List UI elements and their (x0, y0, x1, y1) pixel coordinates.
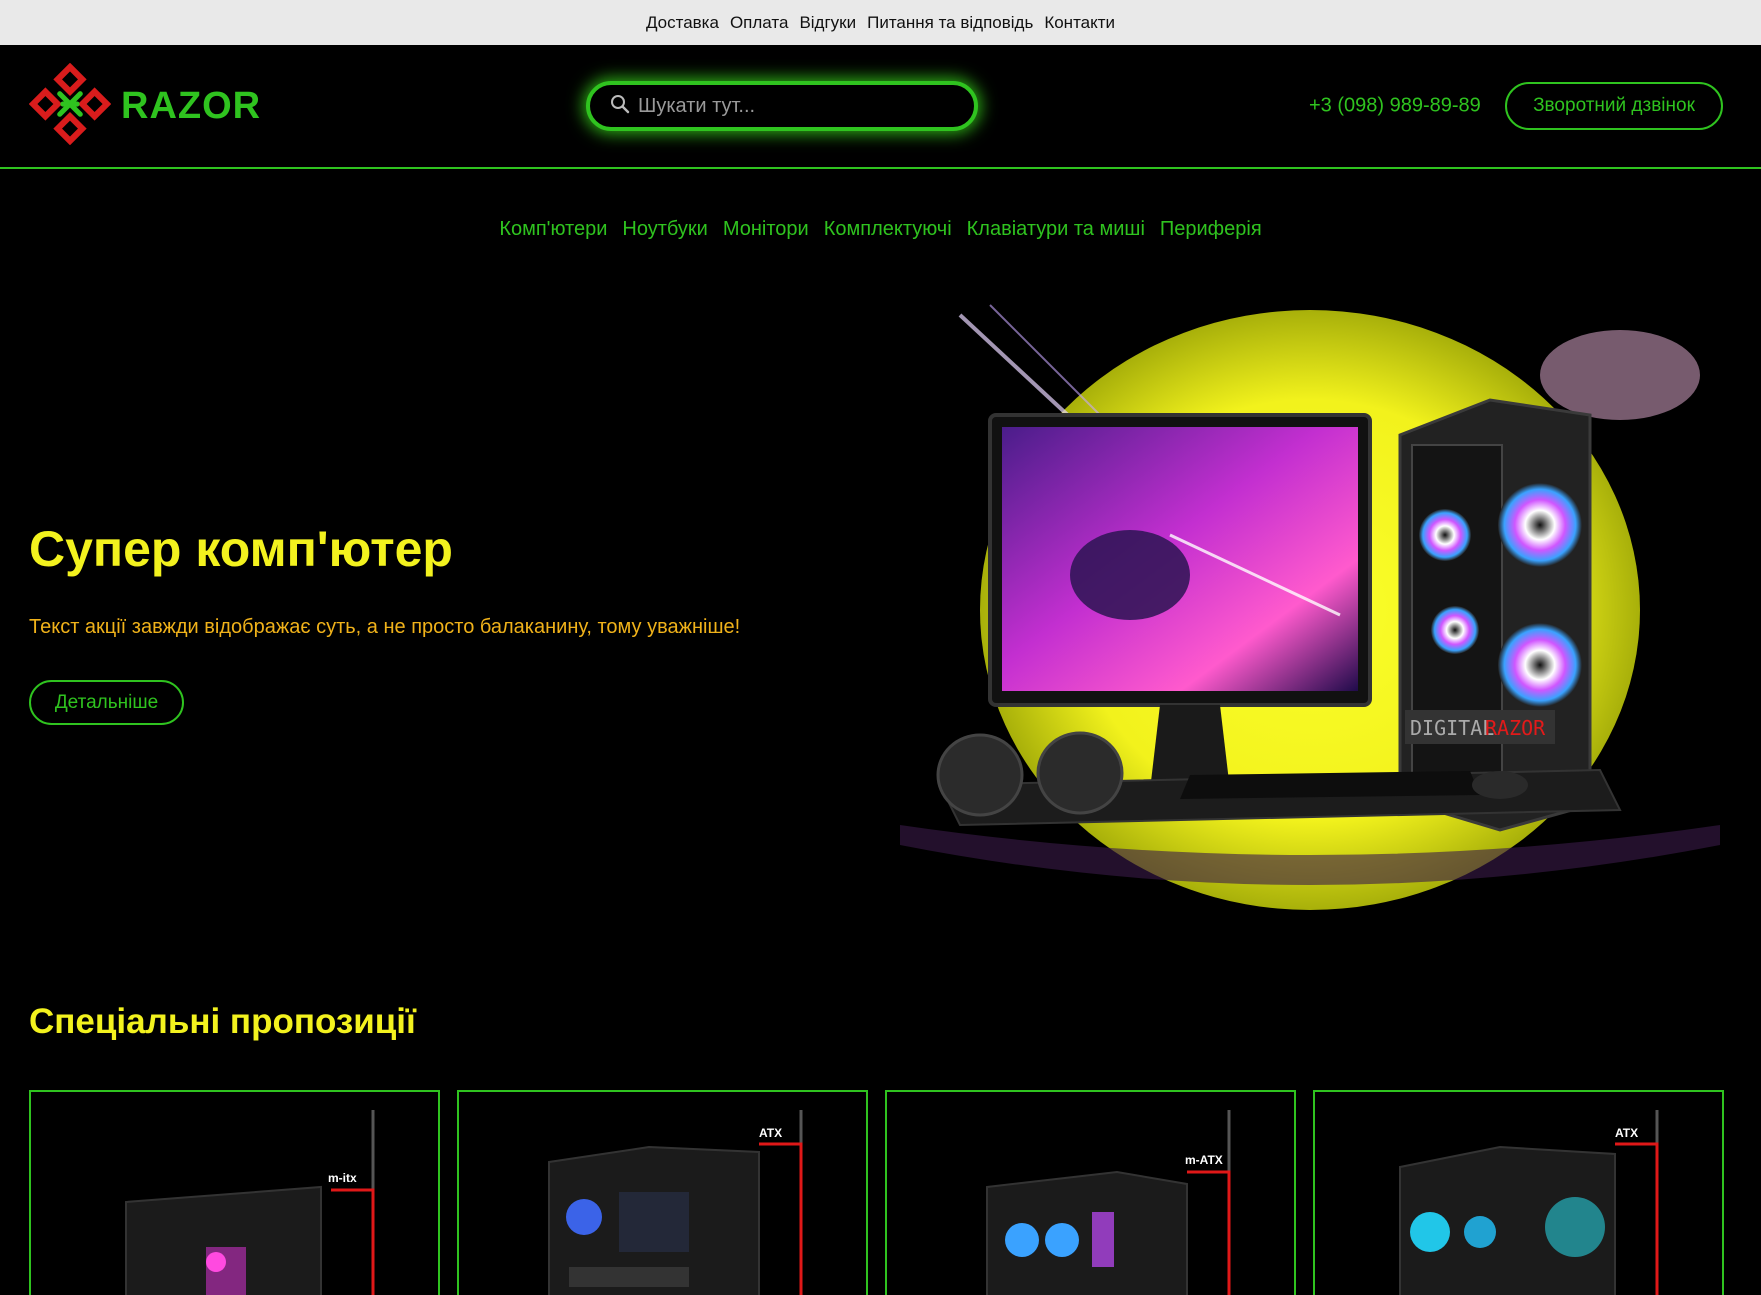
logo[interactable]: RAZOR (28, 62, 262, 150)
razor-logo-icon (28, 62, 112, 150)
top-info-bar: Доставка Оплата Відгуки Питання та відпо… (0, 0, 1761, 45)
search-icon (610, 94, 638, 119)
topbar-link-contacts[interactable]: Контакти (1044, 13, 1115, 33)
logo-text: RAZOR (121, 84, 262, 127)
offer-card-4-form-factor: ATX (1615, 1126, 1638, 1140)
offers-cards: m-itx ATX m-ATX ATX (29, 1090, 1724, 1295)
topbar-link-delivery[interactable]: Доставка (646, 13, 719, 33)
special-offers-title: Спеціальні пропозиції (29, 1002, 416, 1041)
site-header: RAZOR +3 (098) 989-89-89 Зворотний дзвін… (0, 45, 1761, 169)
callback-button[interactable]: Зворотний дзвінок (1505, 82, 1723, 130)
hero-image: DIGITAL RAZOR (900, 285, 1720, 935)
nav-item-laptops[interactable]: Ноутбуки (622, 218, 707, 241)
hero-title: Супер комп'ютер (29, 521, 453, 577)
topbar-link-payment[interactable]: Оплата (730, 13, 788, 33)
nav-item-peripherals[interactable]: Периферія (1160, 218, 1262, 241)
offer-card-3[interactable]: m-ATX (885, 1090, 1296, 1295)
offer-card-1-form-factor: m-itx (328, 1171, 357, 1185)
offer-card-4[interactable]: ATX (1313, 1090, 1724, 1295)
category-nav: Комп'ютери Ноутбуки Монітори Комплектуюч… (0, 218, 1761, 241)
nav-item-components[interactable]: Комплектуючі (824, 218, 952, 241)
search-bar[interactable] (586, 81, 978, 131)
hero-details-button[interactable]: Детальніше (29, 680, 184, 725)
offer-card-3-form-factor: m-ATX (1185, 1153, 1223, 1167)
hero-image-brand-left: DIGITAL (1410, 716, 1494, 740)
hero-text: Текст акції завжди відображає суть, а не… (29, 616, 741, 638)
offer-card-2[interactable]: ATX (457, 1090, 868, 1295)
search-input[interactable] (638, 94, 958, 118)
nav-item-computers[interactable]: Комп'ютери (499, 218, 607, 241)
topbar-link-reviews[interactable]: Відгуки (799, 13, 856, 33)
nav-item-monitors[interactable]: Монітори (723, 218, 809, 241)
offer-card-1[interactable]: m-itx (29, 1090, 440, 1295)
phone-number[interactable]: +3 (098) 989-89-89 (1309, 95, 1481, 118)
topbar-link-faq[interactable]: Питання та відповідь (867, 13, 1033, 33)
nav-item-keyboards-mice[interactable]: Клавіатури та миші (967, 218, 1145, 241)
hero-image-brand-right: RAZOR (1485, 716, 1546, 740)
offer-card-2-form-factor: ATX (759, 1126, 782, 1140)
